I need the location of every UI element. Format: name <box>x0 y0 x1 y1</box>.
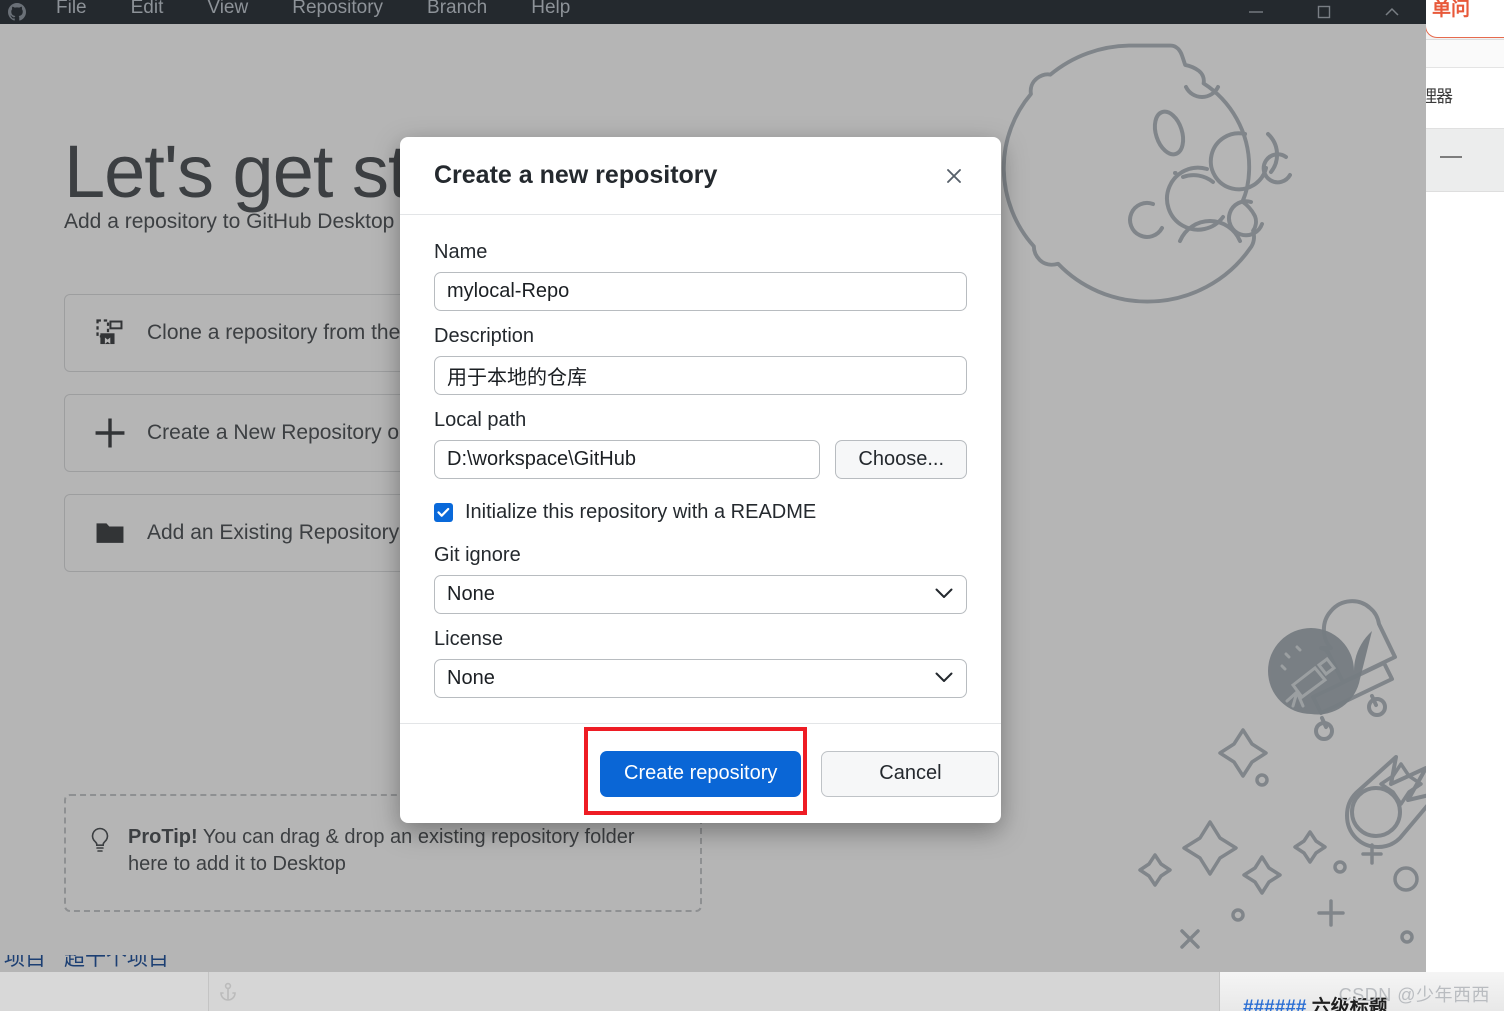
gitignore-select[interactable]: None <box>434 575 967 614</box>
license-label: License <box>434 628 503 650</box>
menu-edit[interactable]: Edit <box>109 0 186 20</box>
local-path-label: Local path <box>434 409 527 431</box>
description-label: Description <box>434 325 535 347</box>
anchor-icon <box>220 982 236 1001</box>
choose-path-button[interactable]: Choose... <box>835 440 967 479</box>
name-field-group: Name <box>434 241 967 311</box>
menu-repository[interactable]: Repository <box>270 0 405 20</box>
menu-help[interactable]: Help <box>509 0 592 20</box>
name-input[interactable] <box>434 272 967 311</box>
close-icon[interactable] <box>937 159 971 193</box>
cut-text-left: 项目 <box>4 955 46 970</box>
window-controls <box>1222 0 1426 24</box>
initialize-readme-row[interactable]: Initialize this repository with a README <box>434 501 967 524</box>
dialog-header: Create a new repository <box>400 137 1001 215</box>
description-field-group: Description <box>434 325 967 395</box>
minimize-icon[interactable] <box>1222 0 1290 24</box>
gitignore-select-wrap: None <box>434 575 967 614</box>
cancel-button[interactable]: Cancel <box>821 750 1000 797</box>
menubar: File Edit View Repository Branch Help <box>34 0 592 24</box>
close-icon[interactable] <box>1358 0 1426 24</box>
create-repository-dialog: Create a new repository Name Description… <box>400 137 1001 823</box>
menu-file[interactable]: File <box>34 0 109 20</box>
dialog-content: Name Description Local path Choose... <box>400 215 1001 723</box>
license-select[interactable]: None <box>434 659 967 698</box>
background-dash <box>1440 156 1462 158</box>
license-field-group: License None <box>434 628 967 698</box>
csdn-watermark: CSDN @少年西西 <box>1338 985 1490 1005</box>
github-logo-icon <box>0 0 34 24</box>
menu-view[interactable]: View <box>185 0 270 20</box>
background-bottom-separator-2 <box>1219 972 1220 1011</box>
background-bottom-middle <box>209 972 1219 1011</box>
create-repository-button[interactable]: Create repository <box>600 750 802 797</box>
description-input[interactable] <box>434 356 967 395</box>
local-path-row: Choose... <box>434 440 967 479</box>
name-label: Name <box>434 241 488 263</box>
local-path-field-group: Local path Choose... <box>434 409 967 479</box>
license-select-wrap: None <box>434 659 967 698</box>
titlebar: File Edit View Repository Branch Help <box>0 0 1426 24</box>
maximize-icon[interactable] <box>1290 0 1358 24</box>
initialize-readme-label: Initialize this repository with a README <box>465 501 817 523</box>
local-path-input[interactable] <box>434 440 821 479</box>
screen: 单问 理器 File Edit View Repository Branch H… <box>0 0 1504 1011</box>
cut-text-mid: 超十个项目 <box>64 955 169 970</box>
dialog-footer: Create repository Cancel <box>400 723 1001 823</box>
background-tab-label: 单问 <box>1432 0 1471 20</box>
cut-off-text-row: 项目 超十个项目 <box>0 955 1426 973</box>
initialize-readme-checkbox[interactable] <box>434 503 453 522</box>
gitignore-field-group: Git ignore None <box>434 544 967 614</box>
menu-branch[interactable]: Branch <box>405 0 509 20</box>
markdown-hashes: ###### <box>1243 997 1307 1011</box>
background-bottom-separator-1 <box>208 972 209 1011</box>
gitignore-label: Git ignore <box>434 544 521 566</box>
background-bottom-left <box>0 972 208 1011</box>
dialog-title: Create a new repository <box>434 161 718 189</box>
